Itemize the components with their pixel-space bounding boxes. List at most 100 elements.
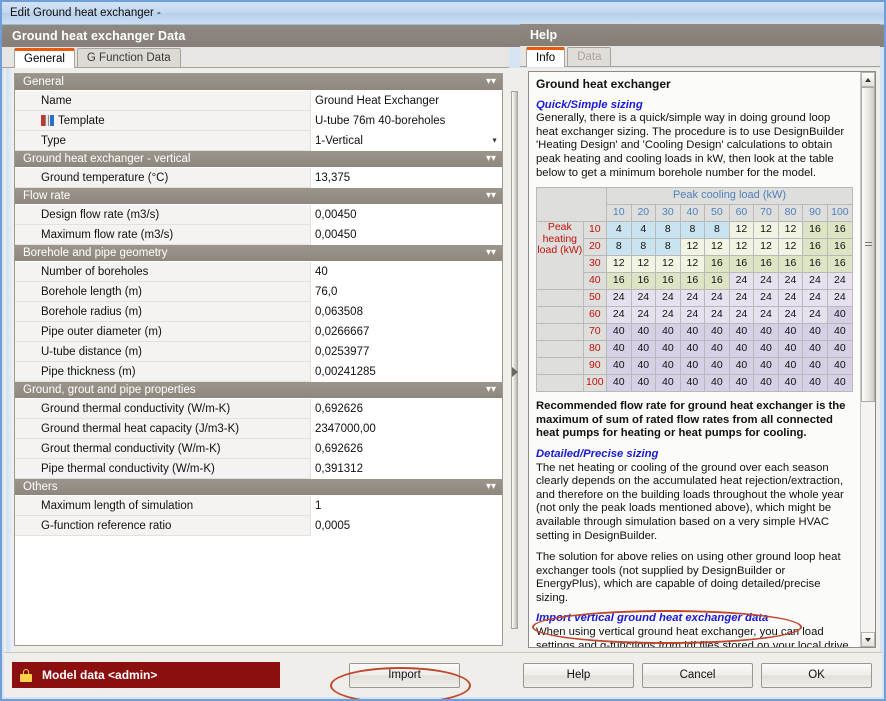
row-g-function-reference-ratio-value[interactable]: 0,0005 [310,516,502,536]
row-template-value[interactable]: U-tube 76m 40-boreholes [310,111,502,131]
row-grout-thermal-conductivity-value[interactable]: 0,692626 [310,439,502,459]
table-col-header: 30 [656,205,681,222]
tab-g-function-data[interactable]: G Function Data [77,48,181,67]
help-heading: Ground heat exchanger [536,78,853,92]
tab-general[interactable]: General [14,48,75,68]
row-number-of-boreholes-value[interactable]: 40 [310,262,502,282]
table-cell: 40 [754,341,779,358]
chevron-down-icon[interactable]: ▾▾ [486,385,496,395]
row-ground-thermal-conductivity-value[interactable]: 0,692626 [310,399,502,419]
table-cell: 40 [827,307,852,324]
table-cell: 40 [656,341,681,358]
row-number-of-boreholes[interactable]: Number of boreholes 40 [15,262,502,282]
row-pipe-outer-diameter[interactable]: Pipe outer diameter (m) 0,0266667 [15,322,502,342]
scroll-down-button[interactable] [861,632,875,647]
table-cell: 40 [729,358,754,375]
help-paragraph-detailed-sizing: The net heating or cooling of the ground… [536,462,853,544]
table-cell: 12 [631,256,656,273]
property-grid: General ▾▾ Name Ground Heat Exchanger Te… [14,73,503,646]
group-header-vertical[interactable]: Ground heat exchanger - vertical ▾▾ [15,151,502,168]
row-ground-thermal-heat-capacity[interactable]: Ground thermal heat capacity (J/m3-K) 23… [15,419,502,439]
table-cell: 40 [705,358,730,375]
pane-splitter[interactable] [509,68,520,652]
row-g-function-reference-ratio[interactable]: G-function reference ratio 0,0005 [15,516,502,536]
row-ground-thermal-conductivity[interactable]: Ground thermal conductivity (W/m-K) 0,69… [15,399,502,419]
table-cell: 12 [656,256,681,273]
import-button-label: Import [388,669,421,681]
table-row-header: 90 [583,358,606,375]
tab-data[interactable]: Data [567,47,611,66]
help-paragraph-import: When using vertical ground heat exchange… [536,626,853,647]
chevron-down-icon[interactable]: ▾▾ [486,248,496,258]
row-template[interactable]: Template U-tube 76m 40-boreholes [15,111,502,131]
row-design-flow-rate-value[interactable]: 0,00450 [310,205,502,225]
template-icon [41,115,54,126]
row-type[interactable]: Type 1-Vertical [15,131,502,151]
scroll-track[interactable] [861,87,875,632]
table-row: 40 16 16 16 16 16 24 24 24 24 24 [537,273,853,290]
row-maximum-flow-rate-value[interactable]: 0,00450 [310,225,502,245]
row-borehole-radius-label: Borehole radius (m) [15,306,310,318]
cancel-button[interactable]: Cancel [642,663,753,688]
help-vertical-scrollbar[interactable] [860,72,875,647]
chevron-down-icon[interactable]: ▾▾ [486,482,496,492]
row-name[interactable]: Name Ground Heat Exchanger [15,91,502,111]
import-button[interactable]: Import [349,663,460,688]
row-grout-thermal-conductivity[interactable]: Grout thermal conductivity (W/m-K) 0,692… [15,439,502,459]
table-cell: 24 [778,307,803,324]
group-header-others[interactable]: Others ▾▾ [15,479,502,496]
table-cell: 24 [729,273,754,290]
row-borehole-radius-value[interactable]: 0,063508 [310,302,502,322]
scroll-thumb[interactable] [861,87,875,402]
group-header-flow-rate[interactable]: Flow rate ▾▾ [15,188,502,205]
row-u-tube-distance-value[interactable]: 0,0253977 [310,342,502,362]
table-row: 80 40 40 40 40 40 40 40 40 40 40 [537,341,853,358]
help-caption: Help [520,24,880,46]
table-row: 20 8 8 8 12 12 12 12 12 16 16 [537,239,853,256]
row-borehole-length-value[interactable]: 76,0 [310,282,502,302]
splitter-bar[interactable] [511,91,518,628]
chevron-right-icon[interactable] [512,367,518,377]
help-button[interactable]: Help [523,663,634,688]
group-header-general[interactable]: General ▾▾ [15,74,502,91]
tab-info[interactable]: Info [526,47,565,67]
table-cell: 24 [729,290,754,307]
row-maximum-length-of-simulation[interactable]: Maximum length of simulation 1 [15,496,502,516]
row-ground-temperature-value[interactable]: 13,375 [310,168,502,188]
table-cell: 40 [729,341,754,358]
table-cell: 8 [631,239,656,256]
table-cell: 40 [803,324,828,341]
row-type-value[interactable]: 1-Vertical [310,131,502,151]
row-borehole-radius[interactable]: Borehole radius (m) 0,063508 [15,302,502,322]
row-pipe-thickness-value[interactable]: 0,00241285 [310,362,502,382]
group-header-ground-grout-pipe[interactable]: Ground, grout and pipe properties ▾▾ [15,382,502,399]
table-cell: 40 [827,341,852,358]
table-rowspan-filler [537,324,584,341]
row-u-tube-distance-label: U-tube distance (m) [15,346,310,358]
row-pipe-thermal-conductivity-value[interactable]: 0,391312 [310,459,502,479]
row-ground-thermal-heat-capacity-value[interactable]: 2347000,00 [310,419,502,439]
row-design-flow-rate[interactable]: Design flow rate (m3/s) 0,00450 [15,205,502,225]
table-cell: 16 [705,256,730,273]
table-cell: 16 [631,273,656,290]
table-cell: 24 [705,290,730,307]
row-ground-temperature[interactable]: Ground temperature (°C) 13,375 [15,168,502,188]
group-header-borehole-geometry[interactable]: Borehole and pipe geometry ▾▾ [15,245,502,262]
row-pipe-outer-diameter-value[interactable]: 0,0266667 [310,322,502,342]
ok-button[interactable]: OK [761,663,872,688]
group-header-flow-rate-label: Flow rate [23,190,70,202]
row-name-value[interactable]: Ground Heat Exchanger [310,91,502,111]
chevron-down-icon[interactable]: ▾▾ [486,191,496,201]
scroll-up-button[interactable] [861,72,875,87]
table-cell: 40 [827,358,852,375]
row-maximum-flow-rate[interactable]: Maximum flow rate (m3/s) 0,00450 [15,225,502,245]
row-u-tube-distance[interactable]: U-tube distance (m) 0,0253977 [15,342,502,362]
row-maximum-length-of-simulation-value[interactable]: 1 [310,496,502,516]
chevron-down-icon[interactable]: ▾▾ [486,154,496,164]
chevron-down-icon[interactable]: ▾▾ [486,77,496,87]
row-pipe-thermal-conductivity[interactable]: Pipe thermal conductivity (W/m-K) 0,3913… [15,459,502,479]
row-borehole-length[interactable]: Borehole length (m) 76,0 [15,282,502,302]
table-cell: 16 [803,239,828,256]
table-cell: 24 [680,307,705,324]
row-pipe-thickness[interactable]: Pipe thickness (m) 0,00241285 [15,362,502,382]
